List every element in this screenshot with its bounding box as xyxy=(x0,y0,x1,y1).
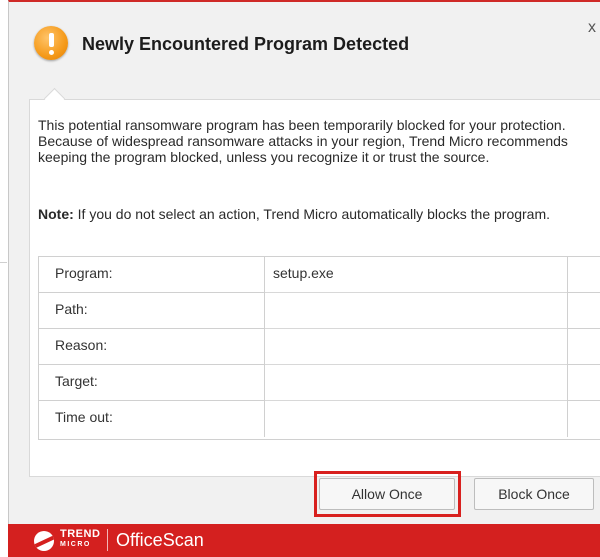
row-cell-end xyxy=(567,401,600,437)
row-cell-end xyxy=(567,293,600,329)
row-cell-end xyxy=(567,329,600,365)
allow-once-button[interactable]: Allow Once xyxy=(319,478,455,510)
path-label: Path: xyxy=(39,293,265,329)
program-label: Program: xyxy=(39,257,265,293)
trend-micro-logo-icon xyxy=(34,531,54,551)
note-label: Note: xyxy=(38,206,74,222)
brand-trend: TREND xyxy=(60,528,101,540)
dialog-title: Newly Encountered Program Detected xyxy=(82,34,410,54)
background-edge xyxy=(0,262,7,263)
path-value xyxy=(265,293,567,329)
block-once-button[interactable]: Block Once xyxy=(474,478,594,510)
description-text: This potential ransomware program has be… xyxy=(38,117,568,165)
note-text: Note: If you do not select an action, Tr… xyxy=(38,206,598,222)
table-row: Reason: xyxy=(39,329,600,365)
reason-value xyxy=(265,329,567,365)
table-row: Path: xyxy=(39,293,600,329)
program-value: setup.exe xyxy=(273,265,334,281)
brand-micro: MICRO xyxy=(60,541,91,548)
product-name: OfficeScan xyxy=(116,530,204,550)
row-cell-end xyxy=(567,365,600,401)
target-label: Target: xyxy=(39,365,265,401)
warning-icon xyxy=(34,26,68,60)
timeout-value xyxy=(265,401,567,437)
footer-bar: TREND MICRO OfficeScan xyxy=(8,524,600,557)
timeout-label: Time out: xyxy=(39,401,265,437)
table-row: Time out: xyxy=(39,401,600,437)
reason-label: Reason: xyxy=(39,329,265,365)
note-body: If you do not select an action, Trend Mi… xyxy=(73,206,551,222)
row-cell-end xyxy=(567,257,600,293)
brand-divider xyxy=(107,529,108,551)
close-button[interactable]: x xyxy=(588,20,596,36)
table-row: Program: setup.exe xyxy=(39,257,600,293)
details-table: Program: setup.exe Path: Reason: Target:… xyxy=(38,256,600,440)
target-value xyxy=(265,365,567,401)
table-row: Target: xyxy=(39,365,600,401)
